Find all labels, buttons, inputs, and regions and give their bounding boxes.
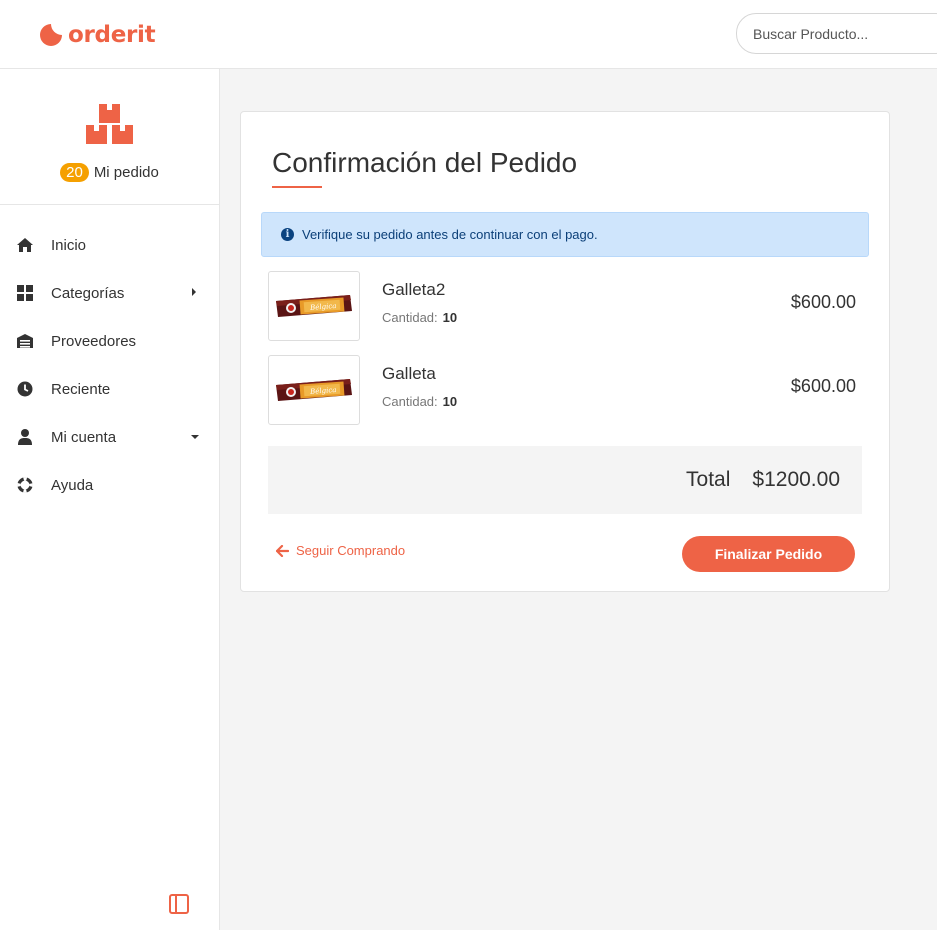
order-summary: 20 Mi pedido (0, 163, 219, 182)
page-title: Confirmación del Pedido (272, 147, 578, 178)
product-image[interactable]: Bélgica (268, 355, 360, 425)
sidebar-item-label: Inicio (51, 236, 87, 254)
user-icon (16, 428, 34, 446)
product-image[interactable]: Bélgica (268, 271, 360, 341)
order-label: Mi pedido (93, 164, 159, 181)
item-price: $600.00 (790, 376, 856, 396)
cookie-package-image: Bélgica (276, 379, 352, 401)
sidebar-item-reciente[interactable]: Reciente (0, 365, 219, 413)
finish-order-button[interactable]: Finalizar Pedido (682, 536, 855, 572)
continue-shopping-link[interactable]: Seguir Comprando (276, 543, 405, 558)
quantity-label: Cantidad: (382, 310, 438, 325)
order-count-badge: 20 (60, 163, 89, 182)
arrow-left-icon (276, 544, 289, 557)
lifebuoy-icon (16, 476, 34, 494)
item-quantity: Cantidad: 10 (382, 310, 457, 325)
cookie-package-image: Bélgica (276, 295, 352, 317)
sidebar-item-inicio[interactable]: Inicio (0, 221, 219, 269)
quantity-value: 10 (442, 310, 458, 325)
orderit-logo[interactable]: orderit (40, 22, 156, 48)
top-header: orderit (0, 0, 937, 69)
clock-icon (16, 380, 34, 398)
total-label: Total (686, 468, 731, 491)
order-item: Bélgica Galleta Cantidad: 10 $600.00 (268, 355, 856, 425)
my-order-section[interactable]: 20 Mi pedido (0, 69, 219, 205)
info-icon: i (281, 228, 294, 241)
order-total: Total $1200.00 (268, 446, 862, 514)
order-confirmation-card: Confirmación del Pedido i Verifique su p… (240, 111, 890, 592)
boxes-icon (86, 104, 133, 144)
quantity-label: Cantidad: (382, 394, 438, 409)
caret-right-icon (190, 284, 198, 302)
order-item: Bélgica Galleta2 Cantidad: 10 $600.00 (268, 271, 856, 341)
sidebar-item-label: Mi cuenta (51, 428, 117, 446)
alert-text: Verifique su pedido antes de continuar c… (302, 227, 598, 242)
caret-down-icon (190, 428, 200, 446)
sidebar-item-mi-cuenta[interactable]: Mi cuenta (0, 413, 219, 461)
continue-shopping-label: Seguir Comprando (296, 543, 406, 558)
quantity-value: 10 (442, 394, 458, 409)
logo-icon (40, 24, 62, 46)
sidebar-item-label: Ayuda (51, 476, 94, 494)
home-icon (16, 236, 34, 254)
sidebar-item-label: Reciente (51, 380, 111, 398)
item-name: Galleta (382, 364, 436, 383)
total-value: $1200.00 (752, 468, 840, 491)
sidebar: 20 Mi pedido Inicio Categorías Proveedor… (0, 69, 220, 930)
brand-name: orderit (68, 22, 156, 48)
item-price: $600.00 (790, 292, 856, 312)
info-alert: i Verifique su pedido antes de continuar… (261, 212, 869, 257)
sidebar-item-proveedores[interactable]: Proveedores (0, 317, 219, 365)
sidebar-item-ayuda[interactable]: Ayuda (0, 461, 219, 509)
sidebar-item-label: Categorías (51, 284, 125, 302)
sidebar-toggle-icon[interactable] (168, 893, 190, 915)
item-name: Galleta2 (382, 280, 446, 299)
warehouse-icon (16, 332, 34, 350)
sidebar-nav: Inicio Categorías Proveedores Reciente M… (0, 205, 219, 509)
title-underline (272, 186, 322, 188)
sidebar-item-categorias[interactable]: Categorías (0, 269, 219, 317)
item-quantity: Cantidad: 10 (382, 394, 457, 409)
search-input[interactable] (736, 13, 937, 54)
sidebar-item-label: Proveedores (51, 332, 137, 350)
grid-icon (16, 284, 34, 302)
